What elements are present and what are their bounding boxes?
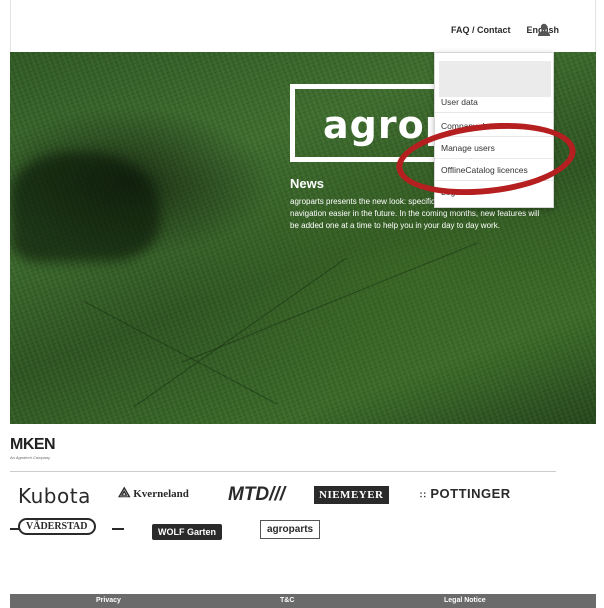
vaderstad-logo[interactable]: VÄDERSTAD [18,518,96,535]
user-icon[interactable] [537,23,551,37]
pottinger-label: POTTINGER [430,486,511,501]
vaderstad-line-right [112,528,124,530]
menu-item-user-data[interactable]: User data [435,91,553,113]
field-track [181,242,479,363]
agroparts-partner-logo[interactable]: agroparts [260,520,321,539]
pottinger-logo[interactable]: ∷ POTTINGER [420,486,511,501]
mken-logo: MKEN [10,436,56,453]
top-header: FAQ / Contact English [10,0,596,52]
field-shadow [10,152,160,262]
field-track [82,300,278,405]
news-title: News [290,176,324,191]
mtd-stripes-icon: /// [269,484,285,505]
kverneland-label: Kverneland [133,488,189,500]
partner-logos-section: MKEN An Agrotech Company Kubota ⟁ Kverne… [10,424,596,594]
wolf-garten-logo[interactable]: WOLF Garten [152,524,222,540]
divider [10,471,556,472]
footer-privacy-link[interactable]: Privacy [96,597,121,604]
mtd-logo[interactable]: MTD/// [228,484,285,506]
kverneland-mark-icon: ⟁ [118,486,131,501]
footer-bar: Privacy T&C Legal Notice [10,594,596,608]
pottinger-mark-icon: ∷ [420,490,427,500]
mtd-label: MTD [228,484,270,505]
footer-tc-link[interactable]: T&C [280,597,294,604]
footer-legal-link[interactable]: Legal Notice [444,597,486,604]
mken-subtitle: An Agrotech Company [10,455,51,460]
niemeyer-logo[interactable]: NIEMEYER [314,486,389,504]
kubota-logo[interactable]: Kubota [18,484,91,508]
kverneland-logo[interactable]: ⟁ Kverneland [118,486,189,502]
faq-contact-link[interactable]: FAQ / Contact [451,25,511,35]
